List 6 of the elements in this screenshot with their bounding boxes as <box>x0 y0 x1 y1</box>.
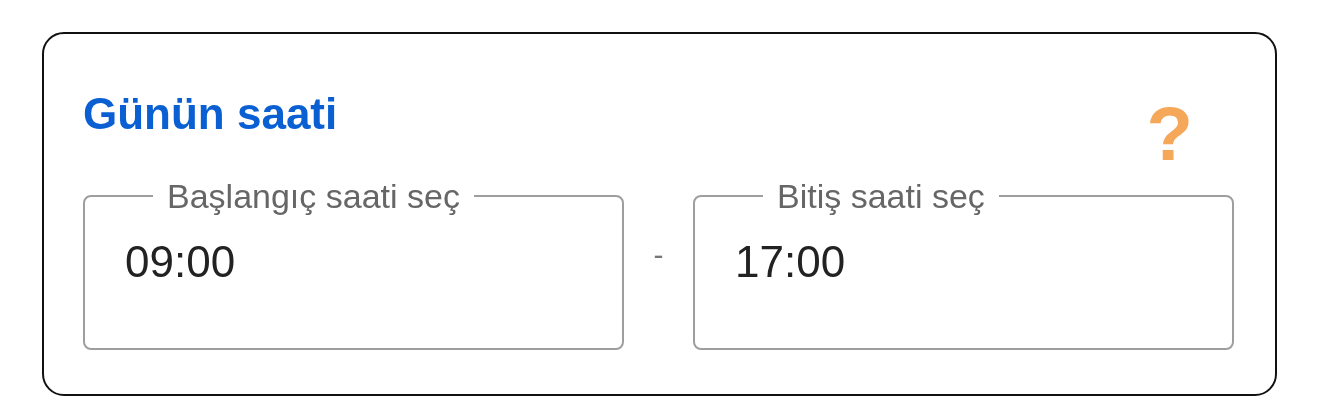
field-label: Bitiş saati seç <box>776 176 986 217</box>
card-title: Günün saati <box>83 90 338 139</box>
field-label: Başlangıç saati seç <box>166 176 461 217</box>
time-input[interactable]: 09:00 <box>125 237 525 288</box>
time-input[interactable]: 17:00 <box>735 237 1135 288</box>
separator: - <box>652 238 665 272</box>
